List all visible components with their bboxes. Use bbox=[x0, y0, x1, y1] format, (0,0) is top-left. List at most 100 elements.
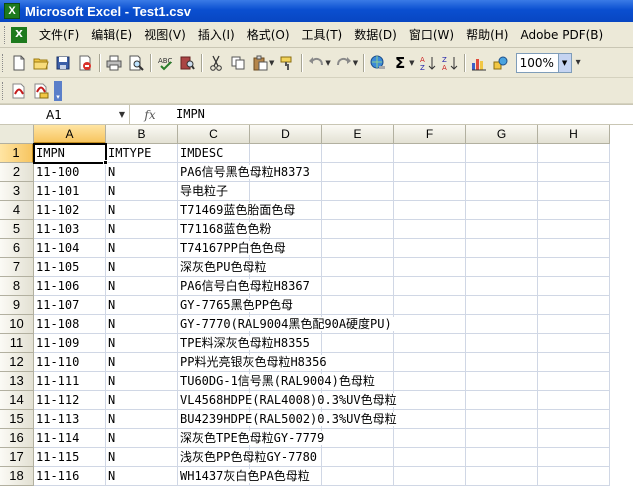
empty-cell[interactable] bbox=[394, 201, 466, 220]
empty-cell[interactable] bbox=[466, 334, 538, 353]
cell-b16[interactable]: N bbox=[106, 429, 178, 448]
column-header-H[interactable]: H bbox=[538, 125, 610, 144]
empty-cell[interactable] bbox=[466, 391, 538, 410]
chart-wizard-button[interactable] bbox=[468, 52, 490, 74]
cell-a14[interactable]: 11-112 bbox=[34, 391, 106, 410]
menu-edit[interactable]: 编辑(E) bbox=[85, 25, 138, 45]
cell-a9[interactable]: 11-107 bbox=[34, 296, 106, 315]
cell-c16[interactable]: 深灰色TPE色母粒GY-7779 bbox=[178, 429, 327, 448]
cell-b5[interactable]: N bbox=[106, 220, 178, 239]
print-button[interactable] bbox=[103, 52, 125, 74]
empty-cell[interactable] bbox=[538, 296, 610, 315]
empty-cell[interactable] bbox=[394, 296, 466, 315]
empty-cell[interactable] bbox=[466, 372, 538, 391]
empty-cell[interactable] bbox=[538, 334, 610, 353]
cell-b15[interactable]: N bbox=[106, 410, 178, 429]
empty-cell[interactable] bbox=[322, 467, 394, 486]
autosum-button[interactable]: Σ bbox=[389, 52, 411, 74]
empty-cell[interactable] bbox=[322, 296, 394, 315]
empty-cell[interactable] bbox=[394, 315, 466, 334]
convert-and-email-pdf-button[interactable] bbox=[30, 80, 52, 102]
cell-a16[interactable]: 11-114 bbox=[34, 429, 106, 448]
row-header[interactable]: 7 bbox=[0, 258, 34, 277]
format-painter-button[interactable] bbox=[276, 52, 298, 74]
open-button[interactable] bbox=[30, 52, 52, 74]
name-box-dropdown-arrow[interactable]: ▼ bbox=[119, 110, 125, 119]
toolbar-options-chevron-icon[interactable]: ▾ bbox=[576, 57, 581, 68]
cell-a13[interactable]: 11-111 bbox=[34, 372, 106, 391]
empty-cell[interactable] bbox=[394, 334, 466, 353]
cell-c11[interactable]: TPE料深灰色母粒H8355 bbox=[178, 334, 312, 353]
cell-a8[interactable]: 11-106 bbox=[34, 277, 106, 296]
cell-c10[interactable]: GY-7770(RAL9004黑色配90A硬度PU) bbox=[178, 315, 394, 334]
row-header[interactable]: 3 bbox=[0, 182, 34, 201]
row-header[interactable]: 1 bbox=[0, 144, 34, 163]
cell-a10[interactable]: 11-108 bbox=[34, 315, 106, 334]
empty-cell[interactable] bbox=[466, 144, 538, 163]
empty-cell[interactable] bbox=[394, 182, 466, 201]
empty-cell[interactable] bbox=[466, 410, 538, 429]
empty-cell[interactable] bbox=[466, 448, 538, 467]
empty-cell[interactable] bbox=[394, 391, 466, 410]
row-header[interactable]: 2 bbox=[0, 163, 34, 182]
empty-cell[interactable] bbox=[466, 201, 538, 220]
empty-cell[interactable] bbox=[394, 277, 466, 296]
empty-cell[interactable] bbox=[466, 163, 538, 182]
cell-c9[interactable]: GY-7765黑色PP色母 bbox=[178, 296, 296, 315]
insert-function-icon[interactable]: fx bbox=[130, 105, 170, 124]
menu-window[interactable]: 窗口(W) bbox=[403, 25, 460, 45]
cell-a18[interactable]: 11-116 bbox=[34, 467, 106, 486]
row-header[interactable]: 11 bbox=[0, 334, 34, 353]
permission-button[interactable] bbox=[74, 52, 96, 74]
cell-a11[interactable]: 11-109 bbox=[34, 334, 106, 353]
empty-cell[interactable] bbox=[466, 296, 538, 315]
undo-dropdown-arrow[interactable]: ▼ bbox=[325, 59, 330, 67]
empty-cell[interactable] bbox=[538, 163, 610, 182]
cell-c1[interactable]: IMDESC bbox=[178, 144, 250, 163]
cell-c14[interactable]: VL4568HDPE(RAL4008)0.3%UV色母粒 bbox=[178, 391, 399, 410]
empty-cell[interactable] bbox=[322, 448, 394, 467]
row-header[interactable]: 17 bbox=[0, 448, 34, 467]
cell-b10[interactable]: N bbox=[106, 315, 178, 334]
empty-cell[interactable] bbox=[394, 144, 466, 163]
cell-a3[interactable]: 11-101 bbox=[34, 182, 106, 201]
menu-format[interactable]: 格式(O) bbox=[241, 25, 296, 45]
column-header-B[interactable]: B bbox=[106, 125, 178, 144]
cell-b7[interactable]: N bbox=[106, 258, 178, 277]
row-header[interactable]: 10 bbox=[0, 315, 34, 334]
empty-cell[interactable] bbox=[394, 410, 466, 429]
empty-cell[interactable] bbox=[538, 429, 610, 448]
empty-cell[interactable] bbox=[538, 315, 610, 334]
row-header[interactable]: 5 bbox=[0, 220, 34, 239]
empty-cell[interactable] bbox=[322, 353, 394, 372]
empty-cell[interactable] bbox=[394, 163, 466, 182]
empty-cell[interactable] bbox=[322, 239, 394, 258]
empty-cell[interactable] bbox=[538, 182, 610, 201]
empty-cell[interactable] bbox=[538, 353, 610, 372]
column-header-F[interactable]: F bbox=[394, 125, 466, 144]
empty-cell[interactable] bbox=[538, 467, 610, 486]
empty-cell[interactable] bbox=[394, 258, 466, 277]
cell-a6[interactable]: 11-104 bbox=[34, 239, 106, 258]
active-cell-a1[interactable]: IMPN bbox=[33, 143, 108, 165]
empty-cell[interactable] bbox=[466, 467, 538, 486]
empty-cell[interactable] bbox=[538, 448, 610, 467]
empty-cell[interactable] bbox=[538, 410, 610, 429]
empty-cell[interactable] bbox=[394, 220, 466, 239]
zoom-dropdown-arrow[interactable]: ▼ bbox=[557, 53, 571, 72]
cell-b9[interactable]: N bbox=[106, 296, 178, 315]
fill-handle[interactable] bbox=[103, 160, 108, 165]
row-header[interactable]: 12 bbox=[0, 353, 34, 372]
row-header[interactable]: 13 bbox=[0, 372, 34, 391]
cell-c2[interactable]: PA6信号黑色母粒H8373 bbox=[178, 163, 312, 182]
convert-to-pdf-button[interactable] bbox=[8, 80, 30, 102]
paste-button[interactable] bbox=[249, 52, 271, 74]
redo-dropdown-arrow[interactable]: ▼ bbox=[353, 59, 358, 67]
menu-tools[interactable]: 工具(T) bbox=[296, 25, 349, 45]
menu-file[interactable]: 文件(F) bbox=[33, 25, 85, 45]
empty-cell[interactable] bbox=[538, 391, 610, 410]
empty-cell[interactable] bbox=[538, 201, 610, 220]
row-header[interactable]: 6 bbox=[0, 239, 34, 258]
cell-c15[interactable]: BU4239HDPE(RAL5002)0.3%UV色母粒 bbox=[178, 410, 399, 429]
empty-cell[interactable] bbox=[394, 448, 466, 467]
